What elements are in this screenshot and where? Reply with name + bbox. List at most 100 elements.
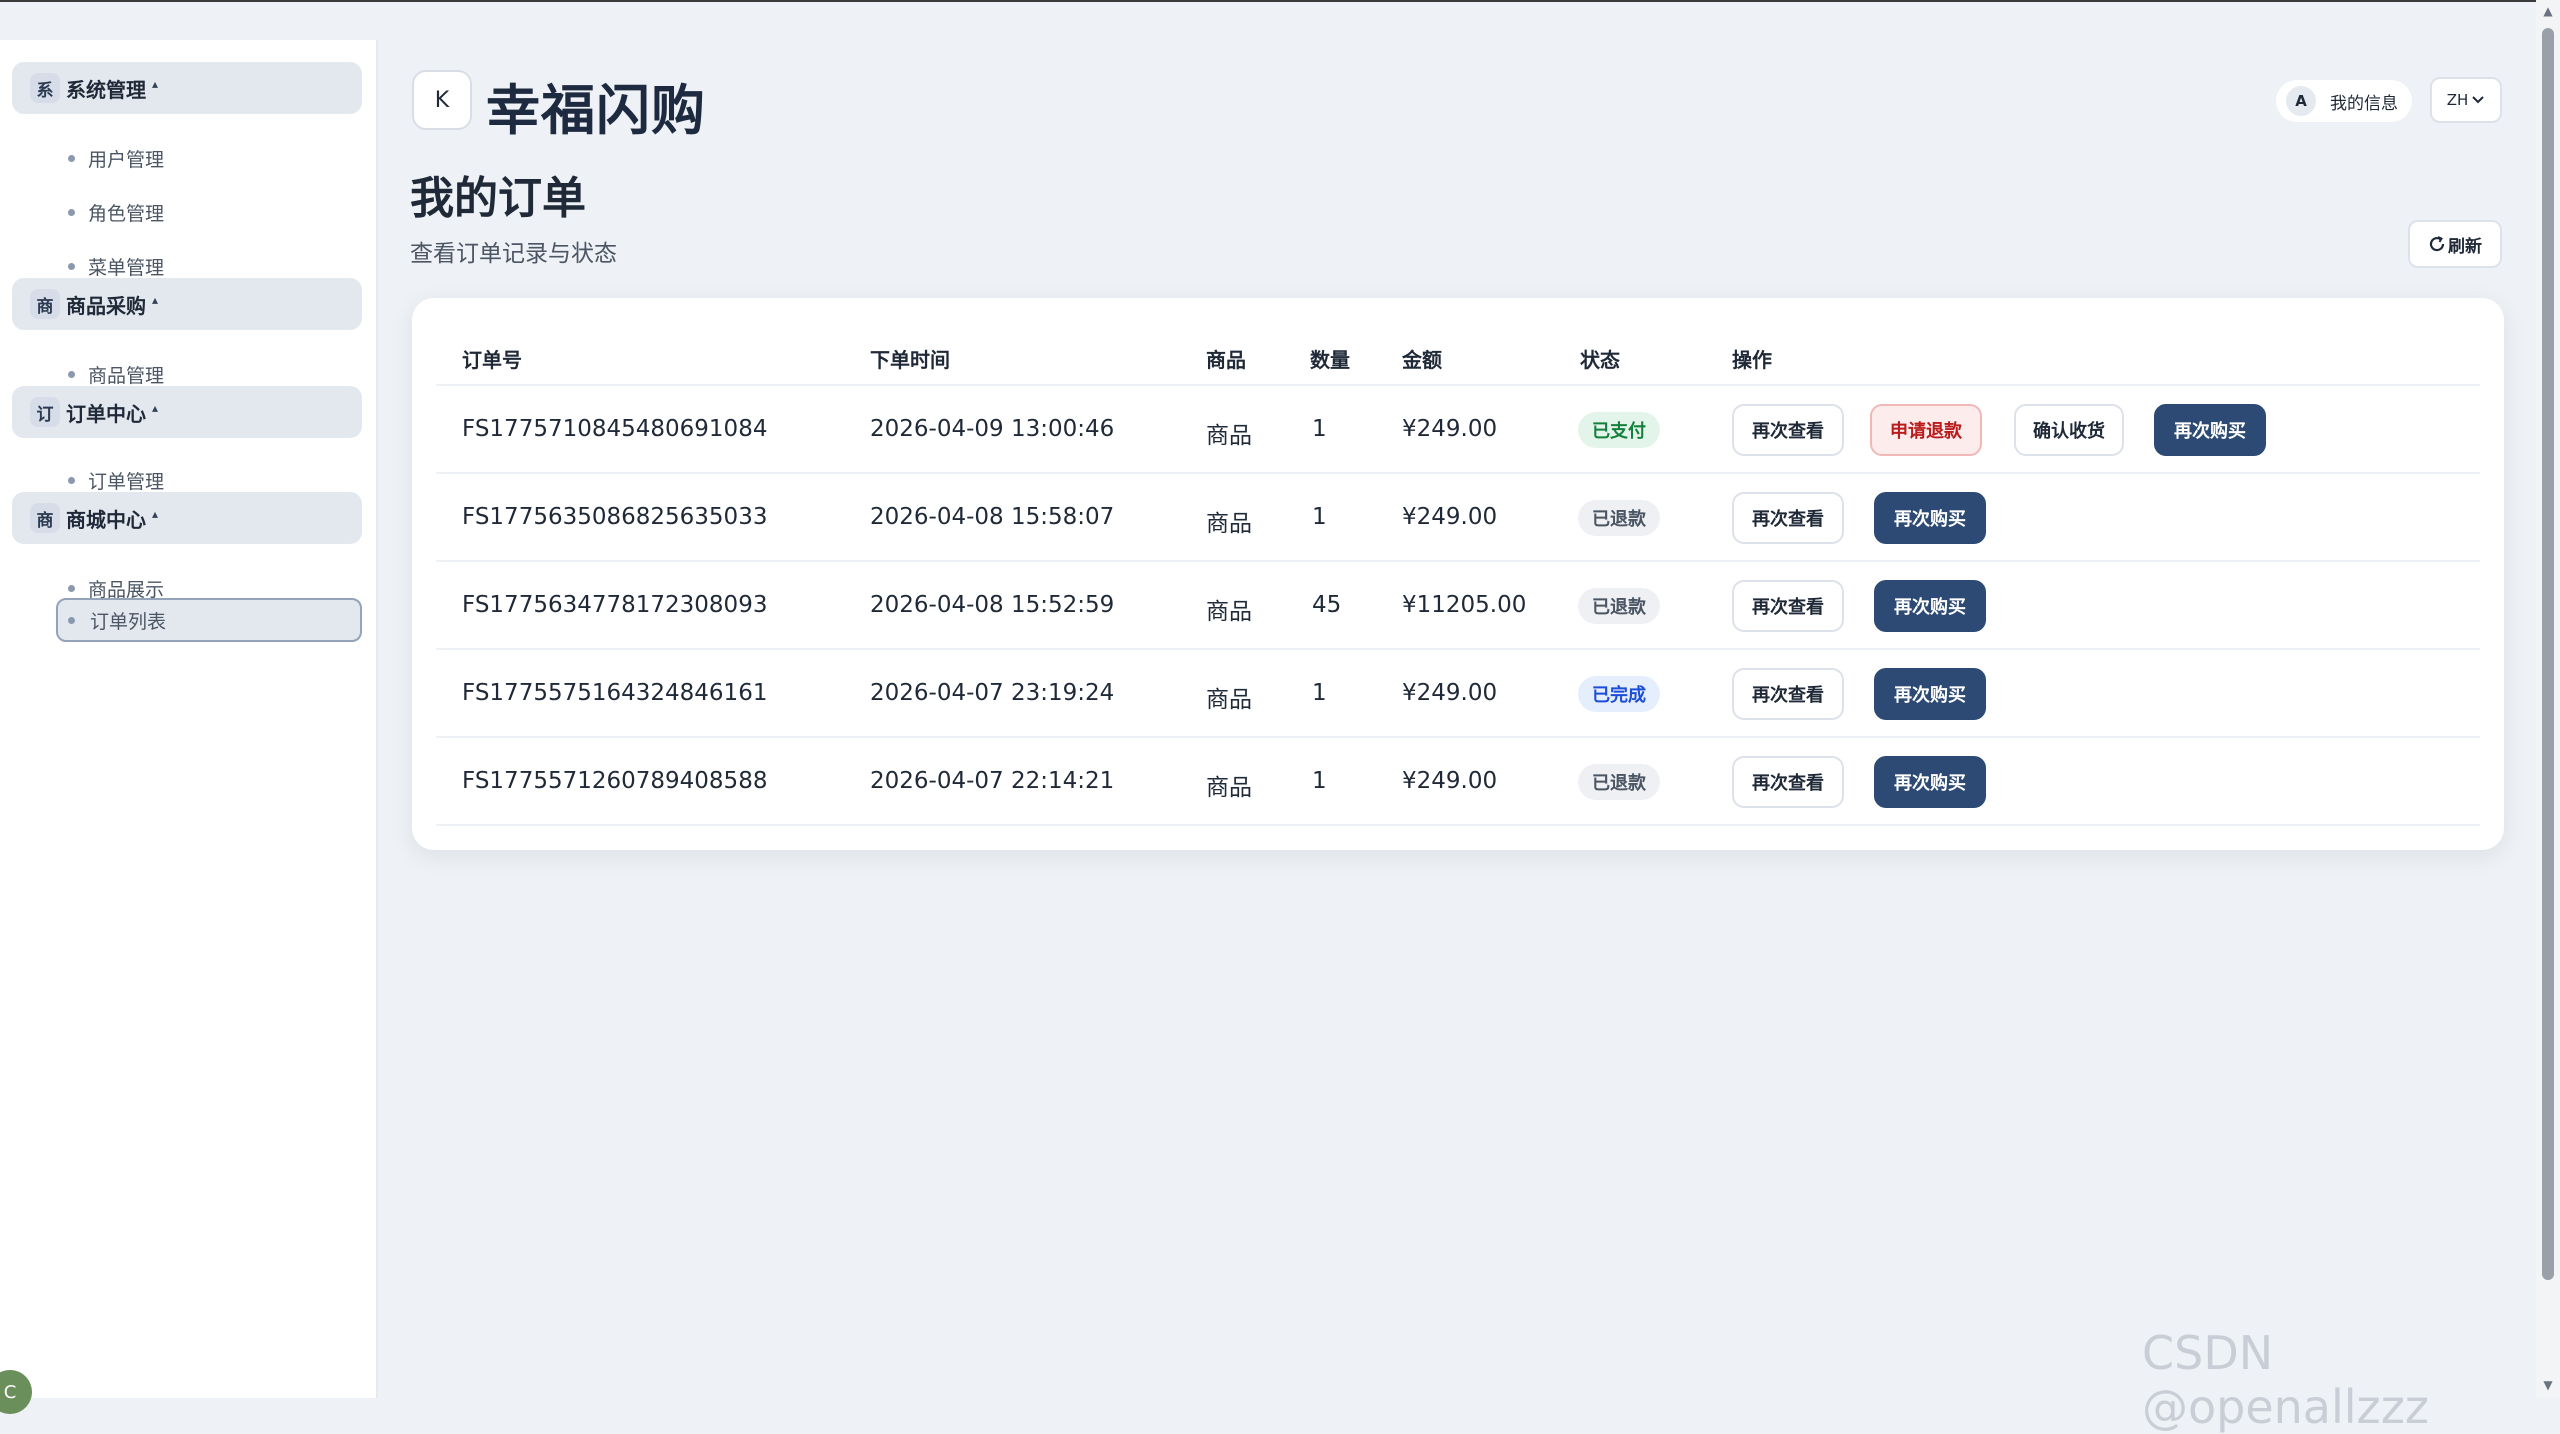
group-title: 商城中心	[66, 507, 146, 532]
sidebar-item-label: 订单列表	[90, 610, 167, 633]
confirm-receipt-button[interactable]: 确认收货	[2014, 404, 2124, 456]
status-badge: 已支付	[1578, 412, 1660, 448]
amount: ¥249.00	[1402, 680, 1498, 706]
group-badge: 订	[30, 397, 60, 427]
sidebar-group-orders[interactable]: 订 订单中心 ▴	[12, 386, 362, 438]
scrollbar-thumb[interactable]	[2542, 28, 2554, 1280]
order-time: 2026-04-07 22:14:21	[870, 768, 1115, 794]
column-header-time: 下单时间	[870, 348, 950, 372]
caret-up-icon: ▴	[152, 401, 159, 415]
table-row: FS1775710845480691084 2026-04-09 13:00:4…	[436, 386, 2480, 474]
avatar: A	[2286, 86, 2316, 116]
sidebar-item-users[interactable]: 用户管理	[56, 136, 362, 180]
view-again-button[interactable]: 再次查看	[1732, 492, 1844, 544]
group-badge: 系	[30, 73, 60, 103]
table-row: FS1775575164324846161 2026-04-07 23:19:2…	[436, 650, 2480, 738]
bullet-dot	[68, 477, 75, 484]
group-badge: 商	[30, 289, 60, 319]
request-refund-button[interactable]: 申请退款	[1870, 404, 1982, 456]
sidebar-item-label: 订单管理	[88, 470, 165, 493]
product-name: 商品	[1206, 599, 1252, 625]
refresh-button[interactable]: 刷新	[2408, 220, 2502, 268]
product-name: 商品	[1206, 687, 1252, 713]
sidebar-item-roles[interactable]: 角色管理	[56, 190, 362, 234]
column-header-status: 状态	[1580, 348, 1620, 372]
refresh-label: 刷新	[2448, 236, 2482, 257]
status-badge: 已退款	[1578, 764, 1660, 800]
order-time: 2026-04-07 23:19:24	[870, 680, 1115, 706]
table-row: FS1775571260789408588 2026-04-07 22:14:2…	[436, 738, 2480, 826]
my-info-label: 我的信息	[2330, 93, 2398, 114]
amount: ¥11205.00	[1402, 592, 1527, 618]
orders-card: 订单号 下单时间 商品 数量 金额 状态 操作 FS17757108454806…	[412, 298, 2504, 850]
amount: ¥249.00	[1402, 504, 1498, 530]
my-info-button[interactable]: A 我的信息	[2276, 80, 2412, 122]
sidebar-group-procurement[interactable]: 商 商品采购 ▴	[12, 278, 362, 330]
page-title: 我的订单	[410, 173, 586, 224]
group-title: 商品采购	[66, 293, 146, 318]
buy-again-button[interactable]: 再次购买	[1874, 492, 1986, 544]
buy-again-button[interactable]: 再次购买	[1874, 756, 1986, 808]
language-select[interactable]: ZH	[2430, 77, 2502, 123]
quantity: 1	[1312, 680, 1327, 706]
page-subtitle: 查看订单记录与状态	[410, 241, 617, 267]
caret-up-icon: ▴	[152, 507, 159, 521]
order-time: 2026-04-08 15:58:07	[870, 504, 1115, 530]
group-title: 订单中心	[66, 401, 146, 426]
group-badge: 商	[30, 503, 60, 533]
sidebar-group-mall[interactable]: 商 商城中心 ▴	[12, 492, 362, 544]
bullet-dot	[68, 617, 75, 624]
caret-up-icon: ▴	[152, 77, 159, 91]
view-again-button[interactable]: 再次查看	[1732, 756, 1844, 808]
bullet-dot	[68, 209, 75, 216]
chevron-down-icon	[2472, 96, 2484, 104]
buy-again-button[interactable]: 再次购买	[1874, 580, 1986, 632]
view-again-button[interactable]: 再次查看	[1732, 668, 1844, 720]
window-top-border	[0, 0, 2560, 2]
column-header-order-no: 订单号	[462, 348, 522, 372]
amount: ¥249.00	[1402, 768, 1498, 794]
column-header-product: 商品	[1206, 348, 1246, 372]
buy-again-button[interactable]: 再次购买	[1874, 668, 1986, 720]
order-time: 2026-04-09 13:00:46	[870, 416, 1115, 442]
column-header-actions: 操作	[1732, 348, 1772, 372]
table-header: 订单号 下单时间 商品 数量 金额 状态 操作	[436, 334, 2480, 386]
bullet-dot	[68, 371, 75, 378]
quantity: 1	[1312, 504, 1327, 530]
status-badge: 已退款	[1578, 500, 1660, 536]
order-no: FS1775710845480691084	[462, 416, 768, 442]
quantity: 45	[1312, 592, 1342, 618]
language-label: ZH	[2446, 91, 2469, 109]
sidebar-item-label: 菜单管理	[88, 256, 165, 279]
brand-logo[interactable]: K	[412, 70, 472, 130]
buy-again-button[interactable]: 再次购买	[2154, 404, 2266, 456]
column-header-amount: 金额	[1402, 348, 1442, 372]
refresh-icon	[2429, 236, 2445, 252]
view-again-button[interactable]: 再次查看	[1732, 580, 1844, 632]
status-badge: 已退款	[1578, 588, 1660, 624]
sidebar: 系 系统管理 ▴ 用户管理 角色管理 菜单管理 商 商品采购 ▴ 商品管理 订 …	[0, 40, 378, 1398]
sidebar-item-label: 角色管理	[88, 202, 165, 225]
group-title: 系统管理	[66, 77, 146, 102]
order-no: FS1775635086825635033	[462, 504, 768, 530]
order-time: 2026-04-08 15:52:59	[870, 592, 1115, 618]
order-no: FS1775575164324846161	[462, 680, 768, 706]
amount: ¥249.00	[1402, 416, 1498, 442]
table-row: FS1775634778172308093 2026-04-08 15:52:5…	[436, 562, 2480, 650]
quantity: 1	[1312, 416, 1327, 442]
sidebar-item-label: 用户管理	[88, 148, 165, 171]
product-name: 商品	[1206, 511, 1252, 537]
bullet-dot	[68, 155, 75, 162]
bullet-dot	[68, 263, 75, 270]
product-name: 商品	[1206, 775, 1252, 801]
watermark: CSDN @openallzzz	[2142, 1326, 2429, 1434]
view-again-button[interactable]: 再次查看	[1732, 404, 1844, 456]
order-no: FS1775634778172308093	[462, 592, 768, 618]
sidebar-item-label: 商品管理	[88, 364, 165, 387]
sidebar-group-system[interactable]: 系 系统管理 ▴	[12, 62, 362, 114]
caret-up-icon: ▴	[152, 293, 159, 307]
scroll-up-icon[interactable]: ▲	[2540, 4, 2556, 20]
product-name: 商品	[1206, 423, 1252, 449]
sidebar-item-order-list[interactable]: 订单列表	[56, 598, 362, 642]
status-badge: 已完成	[1578, 676, 1660, 712]
